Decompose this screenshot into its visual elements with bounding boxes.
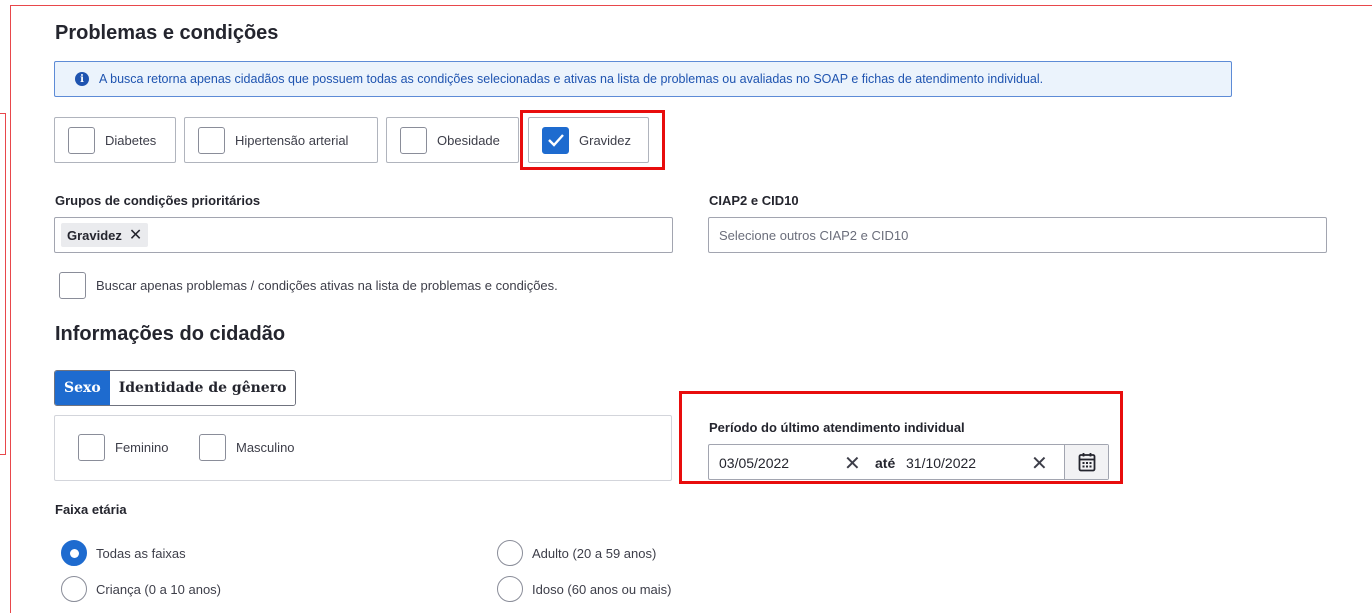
- highlight-gravidez: [520, 110, 665, 170]
- grupos-label: Grupos de condições prioritários: [55, 193, 261, 208]
- checkbox[interactable]: [59, 272, 86, 299]
- ciap-input[interactable]: Selecione outros CIAP2 e CID10: [708, 217, 1327, 253]
- option-label: Masculino: [236, 440, 295, 455]
- condition-hipertensao[interactable]: Hipertensão arterial: [184, 117, 378, 163]
- sexo-genero-toggle: Sexo Identidade de gênero: [54, 370, 297, 406]
- remove-icon[interactable]: ✕: [129, 225, 142, 245]
- condition-obesidade[interactable]: Obesidade: [386, 117, 519, 163]
- radio-selected[interactable]: [61, 540, 87, 566]
- radio-idoso[interactable]: Idoso (60 anos ou mais): [497, 576, 671, 602]
- chip-label: Gravidez: [67, 227, 122, 243]
- ativos-label: Buscar apenas problemas / condições ativ…: [96, 278, 558, 293]
- condition-label: Hipertensão arterial: [235, 132, 349, 148]
- condition-diabetes[interactable]: Diabetes: [54, 117, 176, 163]
- radio[interactable]: [497, 576, 523, 602]
- option-label: Feminino: [115, 440, 169, 455]
- option-feminino[interactable]: Feminino: [78, 434, 168, 461]
- section-title-cidadao: Informações do cidadão: [55, 323, 286, 345]
- ciap-label: CIAP2 e CID10: [709, 193, 799, 208]
- faixa-label: Faixa etária: [55, 502, 127, 517]
- tab-identidade-genero[interactable]: Identidade de gênero: [109, 371, 296, 405]
- checkbox[interactable]: [198, 126, 225, 154]
- info-banner: i A busca retorna apenas cidadãos que po…: [54, 61, 1232, 97]
- info-text: A busca retorna apenas cidadãos que poss…: [99, 72, 1044, 86]
- radio-adulto[interactable]: Adulto (20 a 59 anos): [497, 540, 656, 566]
- selected-chip: Gravidez ✕: [61, 223, 149, 247]
- radio[interactable]: [497, 540, 523, 566]
- condition-label: Obesidade: [437, 132, 500, 148]
- condition-label: Diabetes: [105, 132, 157, 148]
- checkbox[interactable]: [68, 126, 95, 154]
- radio-crianca[interactable]: Criança (0 a 10 anos): [61, 576, 221, 602]
- radio-label: Todas as faixas: [96, 545, 186, 561]
- sexo-panel: Feminino Masculino: [54, 415, 672, 481]
- radio-todas-faixas[interactable]: Todas as faixas: [61, 540, 186, 566]
- ativos-checkbox-row[interactable]: Buscar apenas problemas / condições ativ…: [59, 272, 558, 299]
- section-title-problemas: Problemas e condições: [55, 22, 279, 44]
- info-icon: i: [75, 72, 89, 86]
- radio-label: Criança (0 a 10 anos): [96, 581, 222, 597]
- radio-label: Idoso (60 anos ou mais): [532, 581, 672, 597]
- ciap-placeholder: Selecione outros CIAP2 e CID10: [719, 227, 909, 243]
- option-masculino[interactable]: Masculino: [199, 434, 295, 461]
- radio-label: Adulto (20 a 59 anos): [532, 545, 657, 561]
- checkbox[interactable]: [78, 434, 105, 461]
- highlight-periodo: [679, 391, 1123, 484]
- grupos-select[interactable]: Gravidez ✕: [54, 217, 673, 253]
- radio[interactable]: [61, 576, 87, 602]
- checkbox[interactable]: [199, 434, 226, 461]
- tab-sexo[interactable]: Sexo: [55, 371, 110, 405]
- checkbox[interactable]: [400, 126, 427, 154]
- side-frame: [0, 113, 6, 455]
